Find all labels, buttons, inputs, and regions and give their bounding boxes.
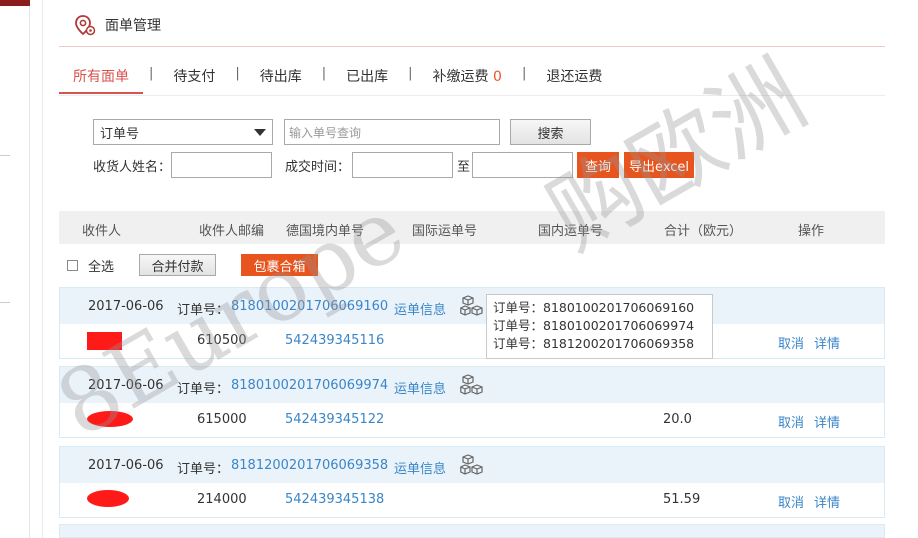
select-all-checkbox[interactable] <box>67 259 78 271</box>
order-date: 2017-06-06 <box>88 458 164 473</box>
order-manage-icon <box>75 15 96 36</box>
detail-link[interactable]: 详情 <box>814 412 840 431</box>
order-number-link[interactable]: 8180100201706069974 <box>231 378 388 393</box>
order-card: 2017-06-06 订单号： 8181200201706069358 运单信息… <box>59 446 885 518</box>
order-postcode: 615000 <box>197 412 247 427</box>
redacted-receiver-name <box>87 332 122 350</box>
order-card: 2017-06-06 订单号： 8180100201706069160 运单信息… <box>59 287 885 359</box>
batch-actions: 全选 合并付款 包裹合箱 <box>67 254 319 276</box>
receiver-name-label: 收货人姓名： <box>93 159 172 175</box>
order-date: 2017-06-06 <box>88 299 164 314</box>
select-all-label: 全选 <box>88 259 115 275</box>
table-header: 收件人 收件人邮编 德国境内单号 国际运单号 国内运单号 合计（欧元） 操作 <box>59 211 885 244</box>
search-row-primary: 订单号 输入单号查询 搜索 <box>93 119 591 145</box>
pack-merge-button[interactable]: 包裹合箱 <box>241 254 319 276</box>
package-merge-icon[interactable] <box>460 373 484 397</box>
order-postcode: 214000 <box>197 492 247 507</box>
sidebar-divider <box>0 155 10 156</box>
order-head-row: 2017-06-06 订单号： 8180100201706069160 运单信息 <box>60 288 884 324</box>
extra-freight-count: 0 <box>493 69 502 85</box>
deal-time-label: 成交时间： <box>285 159 351 175</box>
col-de-tracking: 德国境内单号 <box>286 224 365 239</box>
redacted-receiver-name <box>87 411 133 427</box>
tooltip-order-line: 订单号：8180100201706069974 <box>493 318 695 333</box>
left-sidebar-edge <box>0 0 30 538</box>
waybill-info-link[interactable]: 运单信息 <box>394 458 446 477</box>
order-card-partial <box>59 524 885 538</box>
tooltip-order-line: 订单号：8180100201706069160 <box>493 300 695 315</box>
order-number-placeholder: 输入单号查询 <box>289 125 362 140</box>
merge-pay-button[interactable]: 合并付款 <box>139 254 217 276</box>
cancel-link[interactable]: 取消 <box>778 412 804 431</box>
detail-link[interactable]: 详情 <box>814 333 840 352</box>
order-total: 51.59 <box>663 492 701 507</box>
tab-separator: | <box>521 66 527 81</box>
query-button[interactable]: 查询 <box>577 152 620 178</box>
col-domestic-waybill: 国内运单号 <box>538 224 604 239</box>
header-divider <box>59 46 885 47</box>
main-panel: 面单管理 所有面单 | 待支付 | 待出库 | 已出库 | 补缴运费 0 | 退… <box>42 0 918 538</box>
cancel-link[interactable]: 取消 <box>778 333 804 352</box>
col-actions: 操作 <box>798 224 825 239</box>
order-no-label: 订单号： <box>177 382 230 397</box>
search-button[interactable]: 搜索 <box>510 119 591 145</box>
tab-separator: | <box>235 66 240 81</box>
order-total: 20.0 <box>663 412 692 427</box>
de-tracking-link[interactable]: 542439345116 <box>285 333 384 348</box>
order-number-link[interactable]: 8180100201706069160 <box>231 299 388 314</box>
order-body-row: 615000 542439345122 20.0 取消 详情 <box>60 403 884 437</box>
tab-separator: | <box>149 66 154 81</box>
export-excel-button[interactable]: 导出excel <box>624 152 695 178</box>
order-head-row: 2017-06-06 订单号： 8181200201706069358 运单信息 <box>60 447 884 483</box>
page-header: 面单管理 <box>73 13 161 37</box>
start-date-input[interactable] <box>352 152 454 178</box>
tab-refund-freight[interactable]: 退还运费 <box>532 66 616 92</box>
order-card: 2017-06-06 订单号： 8180100201706069974 运单信息… <box>59 366 885 438</box>
package-merge-icon[interactable] <box>460 294 484 318</box>
order-body-row: 214000 542439345138 51.59 取消 详情 <box>60 483 884 517</box>
sidebar-divider <box>0 302 10 303</box>
page-title: 面单管理 <box>105 18 161 34</box>
merged-orders-tooltip: 订单号：8180100201706069160 订单号：818010020170… <box>486 294 713 359</box>
order-date: 2017-06-06 <box>88 378 164 393</box>
tooltip-order-line: 订单号：8181200201706069358 <box>493 336 695 351</box>
search-type-value: 订单号 <box>100 126 140 142</box>
cancel-link[interactable]: 取消 <box>778 492 804 511</box>
package-merge-icon[interactable] <box>460 453 484 477</box>
waybill-info-link[interactable]: 运单信息 <box>394 299 446 318</box>
waybill-info-link[interactable]: 运单信息 <box>394 378 446 397</box>
date-range-to-label: 至 <box>457 159 471 175</box>
order-no-label: 订单号： <box>177 462 230 477</box>
de-tracking-link[interactable]: 542439345138 <box>285 492 384 507</box>
order-body-row: 610500 542439345116 取消 详情 <box>60 324 884 358</box>
tab-all[interactable]: 所有面单 <box>59 66 143 94</box>
sidebar-accent <box>0 0 30 6</box>
col-receiver: 收件人 <box>82 224 122 239</box>
search-row-secondary: 收货人姓名： 成交时间： 至 查询 导出excel <box>93 152 695 178</box>
search-type-select[interactable]: 订单号 <box>93 119 273 145</box>
col-total-eur: 合计（欧元） <box>664 224 743 239</box>
end-date-input[interactable] <box>472 152 574 178</box>
redacted-receiver-name <box>87 490 129 507</box>
order-postcode: 610500 <box>197 333 247 348</box>
chevron-down-icon <box>254 128 266 136</box>
tab-shipped[interactable]: 已出库 <box>332 66 402 92</box>
order-number-link[interactable]: 8181200201706069358 <box>231 458 388 473</box>
order-head-row: 2017-06-06 订单号： 8180100201706069974 运单信息 <box>60 367 884 403</box>
order-no-label: 订单号： <box>177 303 230 318</box>
de-tracking-link[interactable]: 542439345122 <box>285 412 384 427</box>
receiver-name-input[interactable] <box>171 152 273 178</box>
status-tabs: 所有面单 | 待支付 | 待出库 | 已出库 | 补缴运费 0 | 退还运费 <box>59 66 885 96</box>
tab-pending-shipment[interactable]: 待出库 <box>246 66 316 92</box>
order-number-input[interactable]: 输入单号查询 <box>284 119 500 145</box>
tab-separator: | <box>321 66 327 81</box>
tab-pending-payment[interactable]: 待支付 <box>159 66 229 92</box>
tab-extra-freight[interactable]: 补缴运费 0 <box>419 66 516 92</box>
tab-separator: | <box>408 66 413 81</box>
col-intl-waybill: 国际运单号 <box>412 224 478 239</box>
detail-link[interactable]: 详情 <box>814 492 840 511</box>
col-postcode: 收件人邮编 <box>199 224 265 239</box>
